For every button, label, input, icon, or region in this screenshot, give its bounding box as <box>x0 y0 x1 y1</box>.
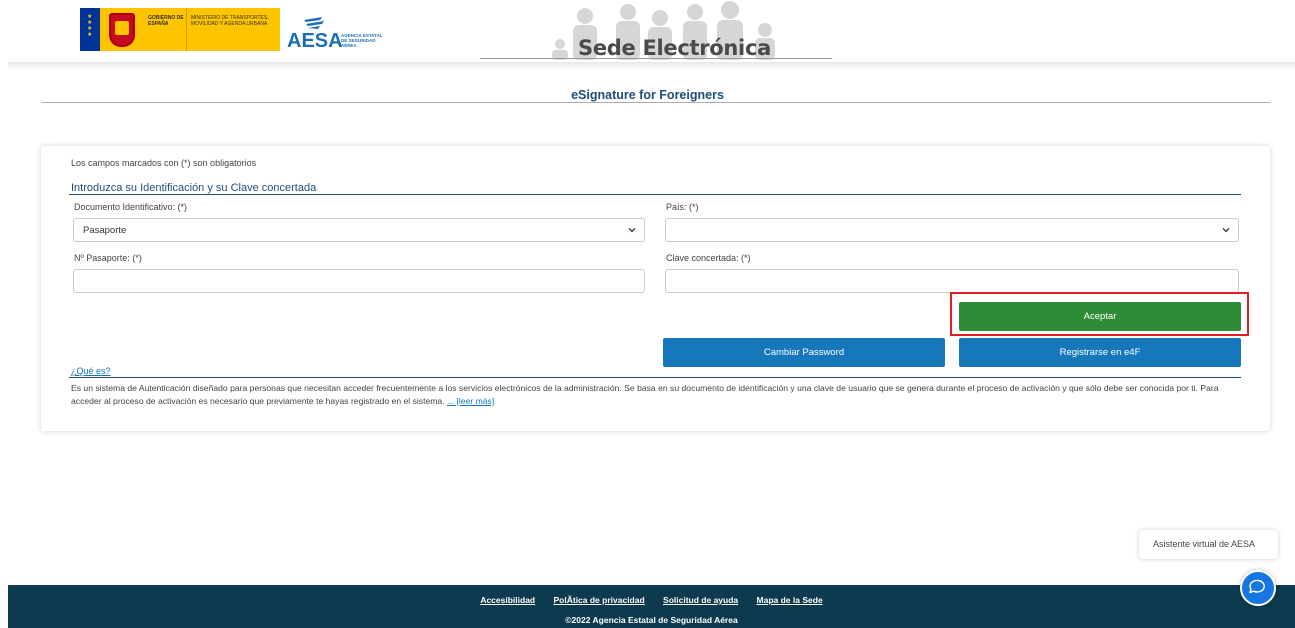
required-fields-note: Los campos marcados con (*) son obligato… <box>71 158 257 168</box>
ministerio-text: MINISTERIO DE TRANSPORTES, MOVILIDAD Y A… <box>186 8 280 51</box>
chat-button[interactable] <box>1240 570 1276 606</box>
leer-mas-link[interactable]: ... [leer más] <box>447 396 494 406</box>
registrarse-button[interactable]: Registrarse en e4F <box>959 338 1241 367</box>
header: ★ ★ ★ ★ GOBIERNO DE ESPAÑA MINISTERIO DE TR… <box>0 0 1295 66</box>
sede-electronica-banner[interactable]: Sede Electrónica <box>480 0 832 60</box>
footer-link-solicitud-ayuda[interactable]: Solicitud de ayuda <box>663 595 738 605</box>
chevron-down-icon <box>1222 228 1230 233</box>
footer-link-accesibilidad[interactable]: Accesibilidad <box>480 595 535 605</box>
aesa-wing-icon <box>304 17 324 29</box>
footer-link-mapa-sede[interactable]: Mapa de la Sede <box>757 595 823 605</box>
header-shadow <box>8 62 1295 70</box>
gobierno-logo[interactable]: ★ ★ ★ ★ GOBIERNO DE ESPAÑA MINISTERIO DE TR… <box>80 8 280 51</box>
coat-of-arms-icon <box>100 8 144 51</box>
login-card: Los campos marcados con (*) son obligato… <box>41 146 1270 431</box>
sede-title: Sede Electrónica <box>578 36 771 60</box>
description-body: Es un sistema de Autenticación diseñado … <box>71 383 1219 406</box>
page-title: eSignature for Foreigners <box>571 88 724 102</box>
footer-copyright: ©2022 Agencia Estatal de Seguridad Aérea <box>565 615 738 625</box>
chevron-down-icon <box>628 228 636 233</box>
section-divider <box>69 194 1241 195</box>
cambiar-password-button[interactable]: Cambiar Password <box>663 338 945 367</box>
pais-label: País: (*) <box>666 202 699 212</box>
chat-icon <box>1249 579 1265 594</box>
description-text: Es un sistema de Autenticación diseñado … <box>71 382 1243 408</box>
aesa-subtitle: AGENCIA ESTATAL DE SEGURIDAD AÉREA <box>341 33 383 48</box>
gobierno-text: GOBIERNO DE ESPAÑA <box>144 8 186 51</box>
aceptar-button[interactable]: Aceptar <box>959 302 1241 331</box>
clave-label: Clave concertada: (*) <box>666 253 751 263</box>
eu-flag-icon: ★ ★ ★ ★ <box>80 8 100 51</box>
que-es-divider <box>69 377 1241 378</box>
documento-label: Documento Identificativo: (*) <box>74 202 188 212</box>
documento-select[interactable]: Pasaporte <box>73 218 645 242</box>
footer-links: Accesibilidad PolÃtica de privacidad Sol… <box>8 595 1295 605</box>
aesa-wordmark: AESA <box>287 30 343 52</box>
documento-select-value: Pasaporte <box>83 225 127 236</box>
footer: Accesibilidad PolÃtica de privacidad Sol… <box>8 585 1295 628</box>
section-title: Introduzca su Identificación y su Clave … <box>71 182 317 194</box>
pais-select[interactable] <box>665 218 1239 242</box>
pasaporte-input[interactable] <box>73 269 645 293</box>
title-divider <box>42 102 1270 103</box>
clave-input[interactable] <box>665 269 1239 293</box>
sede-underline <box>480 58 832 59</box>
footer-link-privacidad[interactable]: PolÃtica de privacidad <box>554 595 645 605</box>
aesa-logo[interactable]: AESA AGENCIA ESTATAL DE SEGURIDAD AÉREA <box>287 16 407 52</box>
que-es-link[interactable]: ¿Qué es? <box>71 366 111 376</box>
pasaporte-label: Nº Pasaporte: (*) <box>74 253 142 263</box>
chat-assistant-label[interactable]: Asistente virtual de AESA <box>1139 530 1278 559</box>
